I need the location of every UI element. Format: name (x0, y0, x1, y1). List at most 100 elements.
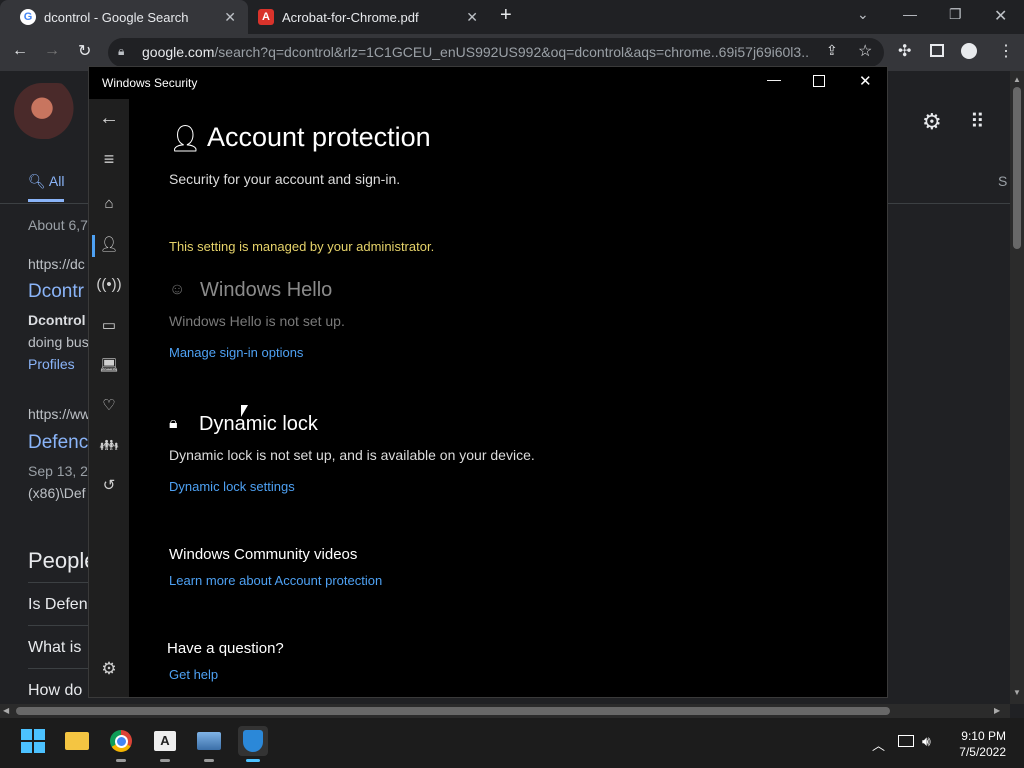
side-panel-icon[interactable] (930, 44, 944, 57)
firewall-network-icon[interactable]: ((•)) (89, 276, 129, 293)
url-host: google.com (142, 44, 215, 60)
url-path: /search?q=dcontrol&rlz=1C1GCEU_enUS992US… (214, 44, 810, 60)
adobe-app-icon[interactable]: A (150, 726, 180, 762)
windows-hello-status: Windows Hello is not set up. (169, 313, 345, 329)
url-text[interactable]: google.com/search?q=dcontrol&rlz=1C1GCEU… (142, 44, 810, 60)
volume-icon[interactable]: 🔊︎ (922, 733, 931, 750)
minimize-icon[interactable]: — (903, 6, 917, 22)
minimize-icon[interactable]: — (767, 71, 781, 87)
windows-hello-face-icon: ☺ (169, 281, 186, 298)
dynamic-lock-title: Dynamic lock (199, 413, 318, 435)
account-protection-icon[interactable]: 👤︎ (89, 235, 129, 253)
scroll-up-icon[interactable]: ▲ (1013, 75, 1021, 84)
show-hidden-icons-chevron-icon[interactable]: ︿ (872, 735, 885, 754)
result-2-url[interactable]: https://ww (28, 406, 90, 422)
tab-all[interactable]: 🔍︎ All (28, 173, 64, 190)
tab-search-chevron-icon[interactable]: ⌄ (857, 6, 869, 23)
running-indicator (116, 759, 126, 762)
scroll-left-icon[interactable]: ◀ (3, 706, 9, 715)
result-2-snippet: (x86)\Def (28, 485, 86, 501)
home-icon[interactable]: ⌂ (89, 195, 129, 212)
tab-all-label: All (48, 173, 65, 189)
clock-date[interactable]: 7/5/2022 (950, 745, 1006, 759)
scrollbar-thumb[interactable] (16, 707, 890, 715)
restore-icon[interactable]: ❐ (949, 6, 962, 23)
window-title: Windows Security (102, 76, 198, 90)
back-icon[interactable]: ← (12, 42, 28, 60)
search-icon: 🔍︎ (28, 173, 46, 189)
result-count: About 6,7 (28, 217, 88, 233)
settings-gear-icon[interactable]: ⚙ (922, 109, 942, 135)
reload-icon[interactable]: ↻ (78, 41, 91, 61)
forward-icon[interactable]: → (44, 42, 60, 60)
tab-close-icon[interactable]: ✕ (466, 9, 478, 26)
back-arrow-icon[interactable]: ← (89, 107, 129, 130)
tab-close-icon[interactable]: ✕ (224, 9, 236, 26)
settings-gear-icon[interactable]: ⚙ (89, 659, 129, 679)
clock-time[interactable]: 9:10 PM (958, 729, 1006, 743)
scroll-down-icon[interactable]: ▼ (1013, 688, 1021, 697)
tab-acrobat-pdf[interactable]: A Acrobat-for-Chrome.pdf ✕ (250, 0, 490, 34)
new-tab-icon[interactable]: + (500, 4, 512, 27)
extensions-puzzle-icon[interactable]: ✣ (898, 41, 911, 61)
tab-title: dcontrol - Google Search (44, 9, 189, 25)
paa-question-3[interactable]: How do (28, 682, 82, 700)
window-titlebar[interactable]: Windows Security — ✕ (89, 67, 887, 99)
have-a-question-heading: Have a question? (167, 640, 284, 657)
result-1-url[interactable]: https://dc (28, 256, 85, 272)
running-indicator (160, 759, 170, 762)
close-icon[interactable]: ✕ (859, 72, 872, 90)
windows-security-window: Windows Security — ✕ ← ≡ ⌂ 👤︎ ((•)) ▭ 💻︎… (88, 66, 888, 698)
device-health-icon[interactable]: ♡ (89, 396, 129, 414)
apps-grid-icon[interactable]: ⠿ (970, 109, 985, 134)
protection-history-icon[interactable]: ↺ (89, 476, 129, 494)
chrome-menu-icon[interactable]: ⋮ (998, 41, 1014, 61)
family-options-icon[interactable]: 👪︎ (89, 436, 129, 454)
google-favicon-icon: G (20, 9, 36, 25)
lock-icon[interactable]: 🔒︎ (118, 44, 124, 59)
photos-app-icon[interactable] (194, 726, 224, 762)
bookmark-star-icon[interactable]: ☆ (858, 41, 872, 61)
close-window-icon[interactable]: ✕ (994, 6, 1007, 26)
dynamic-lock-settings-link[interactable]: Dynamic lock settings (169, 479, 295, 494)
share-icon[interactable]: ⇪ (826, 42, 838, 59)
google-doodle-logo[interactable] (14, 83, 84, 139)
maximize-icon[interactable] (813, 75, 825, 87)
horizontal-scrollbar[interactable]: ◀ ▶ (0, 704, 1010, 718)
windows-hello-title: Windows Hello (200, 279, 333, 301)
hamburger-menu-icon[interactable]: ≡ (89, 149, 129, 170)
paa-question-1[interactable]: Is Defen (28, 596, 88, 614)
result-1-snippet: Dcontrol (28, 312, 86, 328)
dynamic-lock-icon: 🔒︎ (169, 415, 178, 432)
result-2-title[interactable]: Defenc (28, 432, 88, 454)
vertical-scrollbar[interactable]: ▲ ▼ (1010, 71, 1024, 704)
people-also-ask-heading: People (28, 548, 97, 573)
tab-google-search[interactable]: G dcontrol - Google Search ✕ (0, 0, 248, 34)
windows-security-taskbar-icon[interactable] (238, 726, 268, 762)
nav-selection-indicator (92, 235, 95, 257)
file-explorer-icon[interactable] (62, 726, 92, 756)
result-1-snippet-2: doing bus (28, 334, 89, 350)
navigation-rail: ← ≡ ⌂ 👤︎ ((•)) ▭ 💻︎ ♡ 👪︎ ↺ ⚙ (89, 99, 129, 697)
result-1-title[interactable]: Dcontr (28, 281, 84, 303)
get-help-link[interactable]: Get help (169, 667, 218, 682)
tools-tab-fragment[interactable]: S (998, 173, 1007, 189)
learn-more-account-protection-link[interactable]: Learn more about Account protection (169, 573, 382, 588)
scrollbar-thumb[interactable] (1013, 87, 1021, 249)
chrome-icon[interactable] (106, 726, 136, 762)
running-indicator (204, 759, 214, 762)
page-title: Account protection (207, 122, 431, 152)
dynamic-lock-status: Dynamic lock is not set up, and is avail… (169, 447, 535, 463)
network-icon[interactable] (898, 735, 914, 747)
start-windows-icon[interactable] (18, 726, 48, 756)
profile-avatar-icon[interactable] (961, 43, 977, 59)
result-2-date: Sep 13, 2 (28, 463, 88, 479)
active-indicator (246, 759, 260, 762)
app-browser-control-icon[interactable]: ▭ (89, 316, 129, 334)
scroll-right-icon[interactable]: ▶ (994, 706, 1000, 715)
paa-question-2[interactable]: What is (28, 639, 81, 657)
result-1-profiles-link[interactable]: Profiles (28, 356, 75, 372)
account-person-icon: 👤︎ (169, 123, 203, 153)
device-security-icon[interactable]: 💻︎ (89, 356, 129, 374)
manage-sign-in-options-link[interactable]: Manage sign-in options (169, 345, 303, 360)
